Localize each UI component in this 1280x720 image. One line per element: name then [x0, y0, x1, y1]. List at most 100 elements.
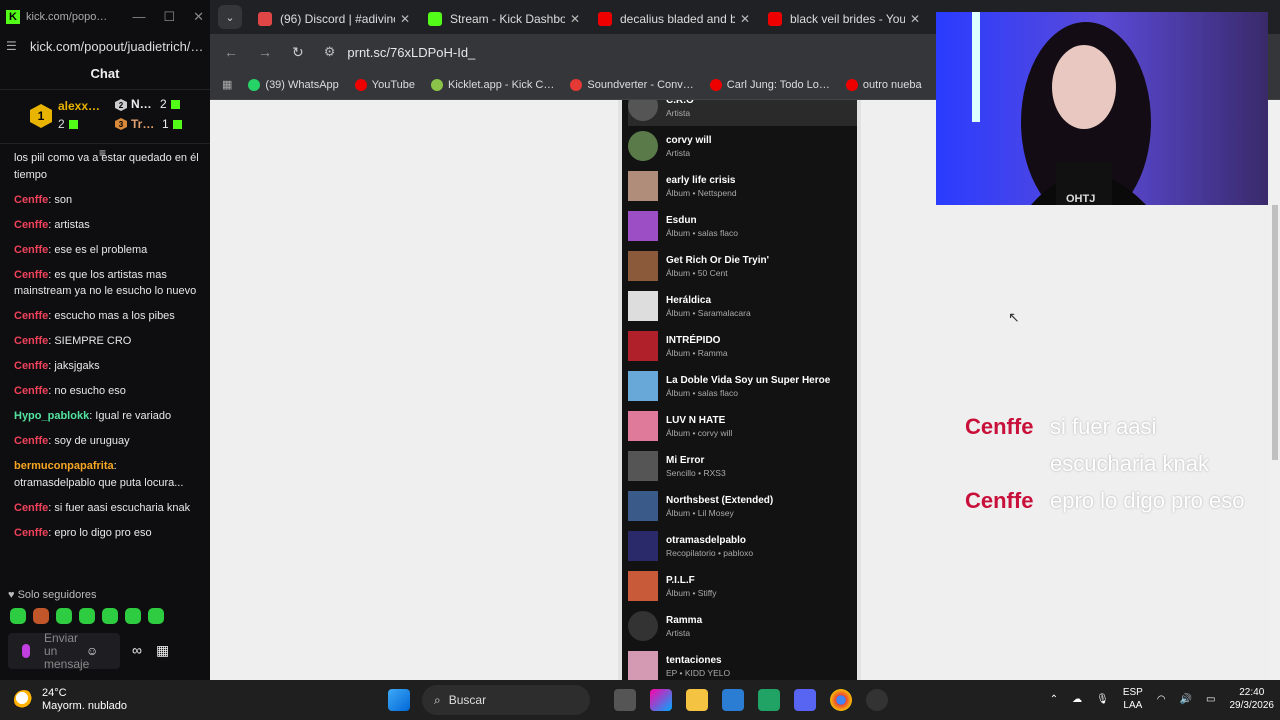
bookmark-item[interactable]: Carl Jung: Todo Lo… — [709, 78, 830, 91]
music-list-item[interactable]: Esdun Álbum • salas flaco — [628, 206, 857, 246]
chat-username[interactable]: Cenffe — [14, 385, 48, 397]
tab-label: decalius bladed and bath — [620, 12, 735, 26]
music-list-item[interactable]: P.I.L.F Álbum • Stiffy — [628, 566, 857, 606]
excel-icon[interactable] — [758, 689, 780, 711]
browser-tab[interactable]: (96) Discord | #adivino-m ✕ — [248, 4, 418, 34]
mic-icon[interactable]: 🎙 — [1096, 693, 1109, 706]
chat-username[interactable]: Cenffe — [14, 502, 48, 514]
music-list-item[interactable]: tentaciones EP • KIDD YELO — [628, 646, 857, 680]
music-list-item[interactable]: INTRÉPIDO Álbum • Ramma — [628, 326, 857, 366]
leader-1-name[interactable]: alexx… — [58, 99, 100, 113]
rank-2-badge-icon: 2 — [115, 99, 127, 111]
minimize-icon[interactable]: — — [132, 9, 145, 25]
close-icon[interactable]: ✕ — [193, 9, 204, 25]
apps-icon[interactable]: ▦ — [222, 78, 232, 91]
word-icon[interactable] — [722, 689, 744, 711]
battery-icon[interactable]: ▭ — [1206, 693, 1215, 706]
omnibox[interactable]: ⚙ prnt.sc/76xLDPoH-Id_ — [324, 44, 476, 60]
forward-icon[interactable]: → — [258, 44, 272, 60]
chat-username[interactable]: Cenffe — [14, 244, 48, 256]
tab-close-icon[interactable]: ✕ — [740, 12, 750, 26]
copilot-icon[interactable] — [650, 689, 672, 711]
bookmark-item[interactable]: Soundverter - Conv… — [570, 78, 694, 91]
task-view-icon[interactable] — [614, 689, 636, 711]
taskbar-search[interactable]: ⌕ Buscar — [422, 685, 590, 715]
store-icon[interactable]: ▦ — [156, 642, 169, 659]
weather-widget[interactable]: 24°C Mayorm. nublado — [14, 687, 127, 713]
chat-username[interactable]: Cenffe — [14, 194, 48, 206]
item-subtitle: Sencillo • RXS3 — [666, 467, 726, 478]
back-icon[interactable]: ← — [224, 44, 238, 60]
chat-username[interactable]: Cenffe — [14, 219, 48, 231]
bookmark-item[interactable]: YouTube — [354, 78, 415, 91]
chat-username[interactable]: bermuconpapafrita — [14, 460, 114, 472]
item-title: Heráldica — [666, 294, 712, 306]
scrollbar-thumb[interactable] — [1272, 205, 1278, 460]
kick-url-bar[interactable]: ☰ kick.com/popout/juadietrich/… — [0, 34, 210, 58]
language-indicator[interactable]: ESP LAA — [1123, 686, 1143, 712]
music-list-item[interactable]: Ramma Artista — [628, 606, 857, 646]
tab-search-icon[interactable]: ⌄ — [218, 5, 242, 29]
channel-points-icon[interactable]: ∞ — [132, 642, 142, 659]
overlay-username: Cenffe — [965, 414, 1034, 439]
chat-username[interactable]: Cenffe — [14, 527, 48, 539]
chat-username[interactable]: Cenffe — [14, 310, 48, 322]
music-list-item[interactable]: corvy will Artista — [628, 126, 857, 166]
music-list-item[interactable]: La Doble Vida Soy un Super Heroe Álbum • … — [628, 366, 857, 406]
bookmark-item[interactable]: (39) WhatsApp — [248, 78, 339, 91]
maximize-icon[interactable]: ☐ — [163, 9, 175, 25]
browser-tab[interactable]: black veil brides - YouTu ✕ — [758, 4, 928, 34]
chat-input-placeholder: Enviar un mensaje — [44, 630, 90, 671]
chat-username[interactable]: Cenffe — [14, 269, 48, 281]
site-info-icon[interactable]: ⚙ — [324, 44, 336, 60]
bookmark-favicon-icon — [709, 78, 722, 91]
music-list-item[interactable]: C.R.O Artista — [628, 100, 857, 126]
site-info-icon[interactable]: ☰ — [6, 39, 20, 53]
tab-close-icon[interactable]: ✕ — [570, 12, 580, 26]
emote-icon[interactable] — [33, 608, 49, 624]
emote-icon[interactable] — [102, 608, 118, 624]
browser-tab[interactable]: Stream - Kick Dashboard ✕ — [418, 4, 588, 34]
wifi-icon[interactable]: ◠ — [1157, 693, 1166, 706]
emoji-icon[interactable]: ☺ — [86, 644, 98, 658]
chat-input[interactable]: Enviar un mensaje ☺ — [8, 630, 120, 671]
music-list-item[interactable]: Mi Error Sencillo • RXS3 — [628, 446, 857, 486]
music-list-item[interactable]: early life crisis Álbum • Nettspend — [628, 166, 857, 206]
emote-icon[interactable] — [79, 608, 95, 624]
music-list-item[interactable]: Heráldica Álbum • Saramalacara — [628, 286, 857, 326]
discord-icon[interactable] — [794, 689, 816, 711]
onedrive-icon[interactable]: ☁ — [1072, 693, 1082, 706]
clock[interactable]: 22:40 29/3/2026 — [1230, 686, 1275, 712]
item-title: corvy will — [666, 134, 712, 146]
volume-icon[interactable]: 🔊 — [1180, 693, 1192, 706]
emote-icon[interactable] — [56, 608, 72, 624]
browser-tab[interactable]: decalius bladed and bath ✕ — [588, 4, 758, 34]
tab-close-icon[interactable]: ✕ — [400, 12, 410, 26]
chevron-up-icon[interactable]: ⌃ — [1050, 693, 1058, 706]
leader-2-name[interactable]: N… — [131, 97, 152, 111]
music-list-item[interactable]: Get Rich Or Die Tryin' Álbum • 50 Cent — [628, 246, 857, 286]
obs-icon[interactable] — [866, 689, 888, 711]
mouse-cursor-icon: ↖ — [1008, 309, 1020, 325]
chrome-icon[interactable] — [830, 689, 852, 711]
reload-icon[interactable]: ↻ — [292, 44, 304, 61]
chat-username[interactable]: Cenffe — [14, 360, 48, 372]
file-explorer-icon[interactable] — [686, 689, 708, 711]
tab-close-icon[interactable]: ✕ — [910, 12, 920, 26]
music-list-item[interactable]: Northsbest (Extended) Álbum • Lil Mosey — [628, 486, 857, 526]
bookmark-item[interactable]: Kicklet.app - Kick C… — [431, 78, 554, 91]
music-list-item[interactable]: LUV N HATE Álbum • corvy will — [628, 406, 857, 446]
chat-username[interactable]: Cenffe — [14, 335, 48, 347]
leader-3-name[interactable]: Tr… — [131, 117, 154, 131]
emote-icon[interactable] — [125, 608, 141, 624]
emote-icon[interactable] — [10, 608, 26, 624]
music-list-item[interactable]: otramasdelpablo Recopilatorio • pabloxo — [628, 526, 857, 566]
chat-username[interactable]: Hypo_pablokk — [14, 410, 89, 422]
mic-icon[interactable] — [22, 644, 30, 658]
start-icon[interactable] — [388, 689, 410, 711]
bookmark-label: outro nueba — [862, 78, 922, 91]
bookmark-item[interactable]: outro nueba — [845, 78, 922, 91]
chat-username[interactable]: Cenffe — [14, 435, 48, 447]
page-scrollbar[interactable] — [1270, 205, 1280, 680]
emote-icon[interactable] — [148, 608, 164, 624]
